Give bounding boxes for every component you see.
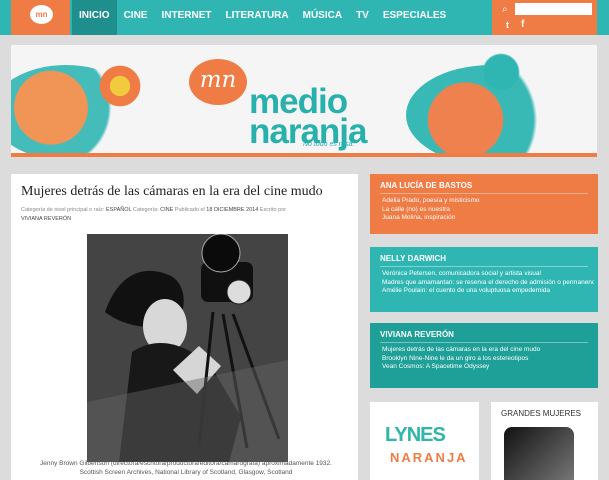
article-meta: Categoría de nivel principal o raíz: ESP… xyxy=(21,206,351,224)
site-logo[interactable]: mn xyxy=(11,0,70,35)
card-link[interactable]: Adelia Prado, poesía y misticismo xyxy=(382,197,594,206)
top-navbar: mn INICIO CINE INTERNET LITERATURA MÚSIC… xyxy=(0,0,609,35)
card-title[interactable]: NELLY DARWICH xyxy=(380,254,446,263)
facebook-icon[interactable]: f xyxy=(521,19,524,30)
nav-item-especiales[interactable]: ESPECIALES xyxy=(376,0,453,35)
nav-item-cine[interactable]: CINE xyxy=(117,0,155,35)
card-link[interactable]: Brooklyn Nine-Nine le da un giro a los e… xyxy=(382,355,594,364)
author-card-ana: ANA LUCÍA DE BASTOS Adelia Prado, poesía… xyxy=(370,174,598,234)
search-icon[interactable]: ⌕ xyxy=(502,4,512,15)
author-card-nelly: NELLY DARWICH Verónica Petersen, comunic… xyxy=(370,247,598,312)
nav-item-literatura[interactable]: LITERATURA xyxy=(218,0,295,35)
article-title[interactable]: Mujeres detrás de las cámaras en la era … xyxy=(21,184,351,200)
meta-prefix: Categoría de nivel principal o raíz: xyxy=(21,207,105,213)
search-area: ⌕ t f xyxy=(492,0,597,35)
logo-bubble-icon: mn xyxy=(30,5,53,24)
caption-line-2: Scottish Screen Archives, National Libra… xyxy=(79,469,293,476)
card-link[interactable]: Verónica Petersen, comunicadora social y… xyxy=(382,270,594,279)
card-links: Mujeres detrás de las cámaras en la era … xyxy=(382,346,594,372)
lynes-subtitle: NARANJA xyxy=(390,450,468,465)
main-menu: INICIO CINE INTERNET LITERATURA MÚSICA T… xyxy=(72,0,453,35)
card-links: Adelia Prado, poesía y misticismo La cal… xyxy=(382,197,594,223)
card-link[interactable]: Juana Molina, inspiración xyxy=(382,214,594,223)
card-title[interactable]: ANA LUCÍA DE BASTOS xyxy=(380,181,472,190)
meta-category[interactable]: CINE xyxy=(160,207,173,213)
nav-item-inicio[interactable]: INICIO xyxy=(72,0,117,35)
twitter-icon[interactable]: t xyxy=(506,20,509,30)
search-input[interactable] xyxy=(515,3,592,15)
brand-logo-bubble: mn xyxy=(189,59,247,105)
card-divider xyxy=(380,193,588,194)
author-card-viviana: VIVIANA REVERÓN Mujeres detrás de las cá… xyxy=(370,323,598,388)
card-title[interactable]: VIVIANA REVERÓN xyxy=(380,330,454,339)
meta-author[interactable]: VIVIANA REVERÓN xyxy=(21,216,71,222)
card-link[interactable]: Amélie Poulain: el cuento de una voluptu… xyxy=(382,287,594,296)
nav-item-internet[interactable]: INTERNET xyxy=(154,0,218,35)
camera-woman-illustration xyxy=(87,234,288,462)
card-link[interactable]: Madres que amamantan: se reserva el dere… xyxy=(382,279,594,288)
card-link[interactable]: Vean Cosmos: A Spacetime Odyssey xyxy=(382,363,594,372)
grandes-mujeres-widget: GRANDES MUJERES xyxy=(491,402,598,480)
meta-date: 18 DICIEMBRE 2014 xyxy=(206,207,259,213)
brand-tagline: No todo es rosa. xyxy=(303,141,355,148)
card-link[interactable]: Mujeres detrás de las cámaras en la era … xyxy=(382,346,594,355)
decorative-splat xyxy=(89,61,151,111)
card-link[interactable]: La calle (no) es nuestra xyxy=(382,206,594,215)
card-divider xyxy=(380,266,588,267)
meta-author-label: Escrito por xyxy=(259,207,287,213)
meta-published-label: Publicado el xyxy=(174,207,205,213)
lynes-promo[interactable]: LYNES NARANJA xyxy=(370,402,479,480)
article-photo xyxy=(87,234,288,462)
lynes-title: LYNES xyxy=(385,424,446,446)
meta-category-label: Categoría: xyxy=(132,207,159,213)
nav-item-tv[interactable]: TV xyxy=(349,0,376,35)
photo-caption: Jenny Brown Gilbertson (directora/escrit… xyxy=(21,459,351,477)
portrait-image[interactable] xyxy=(504,427,574,480)
header-banner[interactable]: mn medio naranja No todo es rosa. xyxy=(11,45,597,157)
article-card: Mujeres detrás de las cámaras en la era … xyxy=(11,174,358,480)
widget-title: GRANDES MUJERES xyxy=(501,409,582,418)
meta-language[interactable]: ESPAÑOL xyxy=(106,207,131,213)
nav-item-musica[interactable]: MÚSICA xyxy=(296,0,349,35)
brand-title: medio naranja xyxy=(249,84,367,149)
decorative-splat xyxy=(466,47,536,97)
caption-line-1: Jenny Brown Gilbertson (directora/escrit… xyxy=(40,460,332,467)
card-divider xyxy=(380,342,588,343)
card-links: Verónica Petersen, comunicadora social y… xyxy=(382,270,594,296)
